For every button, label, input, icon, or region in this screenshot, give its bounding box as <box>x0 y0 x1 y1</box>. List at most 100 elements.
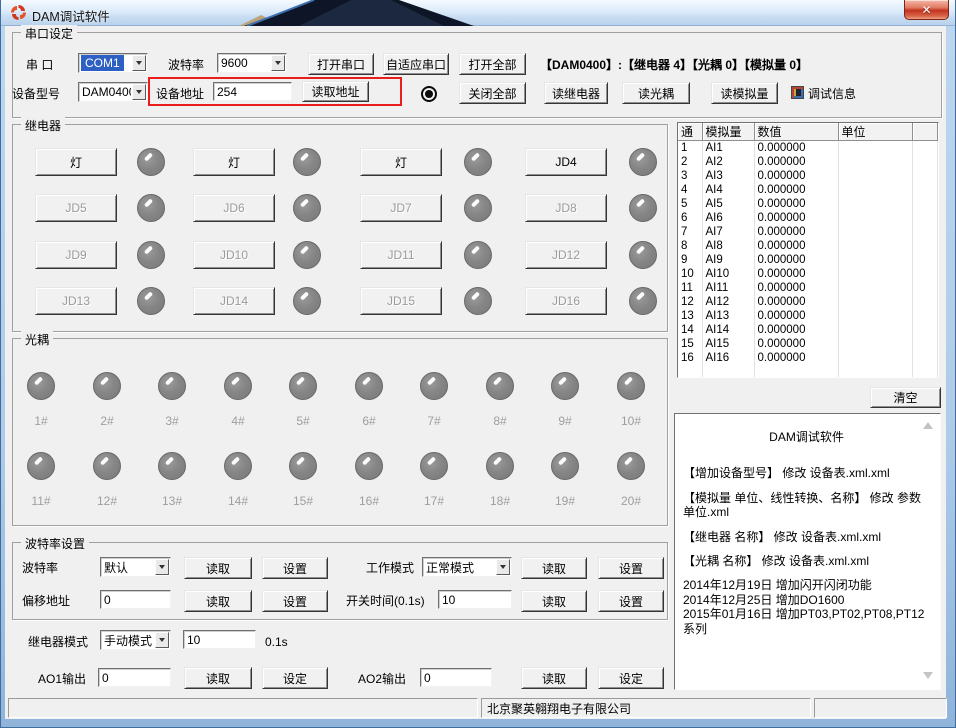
device-model-select[interactable]: DAM0400 <box>78 82 148 102</box>
relay-button-10[interactable]: JD10 <box>193 241 275 269</box>
relay-button-15[interactable]: JD15 <box>360 287 442 315</box>
relay-button-16[interactable]: JD16 <box>525 287 607 315</box>
opto-label-1: 1# <box>19 414 63 428</box>
opto-label-15: 15# <box>281 494 325 508</box>
relay-time-input[interactable] <box>183 630 256 649</box>
device-summary: 【DAM0400】:【继电器 4】【光耦 0】【模拟量 0】 <box>540 58 808 72</box>
info-panel[interactable]: DAM调试软件 【增加设备型号】 修改 设备表.xml.xml 【模拟量 单位、… <box>674 413 941 690</box>
read-opto-button[interactable]: 读光耦 <box>622 82 690 104</box>
col-extra[interactable] <box>912 123 938 141</box>
table-row[interactable]: 11AI110.000000 <box>678 281 938 295</box>
opto-lamp-18 <box>486 452 514 480</box>
work-mode-label: 工作模式 <box>366 561 414 575</box>
workmode-set-button[interactable]: 设置 <box>598 557 664 579</box>
work-mode-select[interactable]: 正常模式 <box>422 557 512 577</box>
col-channel[interactable]: 通 <box>678 123 702 141</box>
table-row[interactable]: 7AI70.000000 <box>678 225 938 239</box>
ao1-output-input[interactable] <box>98 668 171 687</box>
scroll-down-icon[interactable] <box>923 672 933 679</box>
relay-button-8[interactable]: JD8 <box>525 194 607 222</box>
relay-button-5[interactable]: JD5 <box>35 194 117 222</box>
table-row[interactable]: 14AI140.000000 <box>678 323 938 337</box>
table-row[interactable]: 8AI80.000000 <box>678 239 938 253</box>
offset-read-button[interactable]: 读取 <box>184 590 252 612</box>
switch-time-input[interactable] <box>438 590 512 609</box>
analog-table[interactable]: 通 模拟量 数值 单位 1AI10.000000 2AI20.000000 3A… <box>677 122 939 378</box>
dropdown-arrow-icon[interactable] <box>155 559 169 575</box>
opto-label-4: 4# <box>216 414 260 428</box>
opto-label-13: 13# <box>150 494 194 508</box>
table-row[interactable]: 10AI100.000000 <box>678 267 938 281</box>
read-relay-button[interactable]: 读继电器 <box>544 82 608 104</box>
table-row[interactable]: 13AI130.000000 <box>678 309 938 323</box>
read-analog-button[interactable]: 读模拟量 <box>711 82 778 104</box>
relay-button-2[interactable]: 灯 <box>193 148 275 176</box>
opto-lamp-15 <box>289 452 317 480</box>
switchtime-read-button[interactable]: 读取 <box>521 590 587 612</box>
relay-button-14[interactable]: JD14 <box>193 287 275 315</box>
opto-label-16: 16# <box>347 494 391 508</box>
dropdown-arrow-icon[interactable] <box>155 632 169 648</box>
relay-mode-select[interactable]: 手动模式 <box>100 630 171 650</box>
baud-rate-value: 9600 <box>218 56 270 70</box>
col-value[interactable]: 数值 <box>754 123 838 141</box>
table-row[interactable]: 12AI120.000000 <box>678 295 938 309</box>
dropdown-arrow-icon[interactable] <box>132 55 146 71</box>
clear-button[interactable]: 清空 <box>870 387 941 408</box>
relay-lamp-12 <box>629 241 657 269</box>
opto-lamp-11 <box>27 452 55 480</box>
offset-address-input[interactable] <box>100 590 171 609</box>
table-row[interactable]: 9AI90.000000 <box>678 253 938 267</box>
table-row[interactable]: 6AI60.000000 <box>678 211 938 225</box>
relay-button-1[interactable]: 灯 <box>35 148 117 176</box>
relay-button-3[interactable]: 灯 <box>360 148 442 176</box>
table-row[interactable]: 16AI160.000000 <box>678 351 938 365</box>
baud-rate-select[interactable]: 9600 <box>217 53 287 73</box>
ao1-read-button[interactable]: 读取 <box>184 667 252 689</box>
close-all-button[interactable]: 关闭全部 <box>459 82 526 104</box>
open-serial-button[interactable]: 打开串口 <box>308 53 374 75</box>
open-all-button[interactable]: 打开全部 <box>459 53 526 75</box>
workmode-read-button[interactable]: 读取 <box>521 557 587 579</box>
relay-lamp-13 <box>137 287 165 315</box>
offset-set-button[interactable]: 设置 <box>262 590 328 612</box>
ao2-read-button[interactable]: 读取 <box>521 667 587 689</box>
device-model-label: 设备型号 <box>12 87 60 101</box>
serial-group-title: 串口设定 <box>21 25 77 42</box>
table-row[interactable]: 2AI20.000000 <box>678 155 938 169</box>
baud-read-button[interactable]: 读取 <box>184 557 252 579</box>
table-row[interactable]: 3AI30.000000 <box>678 169 938 183</box>
table-row[interactable]: 5AI50.000000 <box>678 197 938 211</box>
debug-info-icon <box>791 86 804 99</box>
opto-label-14: 14# <box>216 494 260 508</box>
read-address-button[interactable]: 读取地址 <box>302 81 369 102</box>
col-unit[interactable]: 单位 <box>838 123 912 141</box>
device-address-input[interactable] <box>213 82 292 101</box>
table-row[interactable]: 15AI150.000000 <box>678 337 938 351</box>
baud-default-select[interactable]: 默认 <box>100 557 171 577</box>
relay-button-9[interactable]: JD9 <box>35 241 117 269</box>
ao2-output-input[interactable] <box>420 668 492 687</box>
relay-button-13[interactable]: JD13 <box>35 287 117 315</box>
relay-button-7[interactable]: JD7 <box>360 194 442 222</box>
ao1-set-button[interactable]: 设定 <box>262 667 328 689</box>
title-bar[interactable]: DAM调试软件 ✕ <box>1 0 955 26</box>
dropdown-arrow-icon[interactable] <box>271 55 285 71</box>
table-row[interactable]: 1AI10.000000 <box>678 141 938 155</box>
switchtime-set-button[interactable]: 设置 <box>598 590 664 612</box>
relay-button-4[interactable]: JD4 <box>525 148 607 176</box>
adaptive-serial-button[interactable]: 自适应串口 <box>383 53 449 75</box>
col-analog[interactable]: 模拟量 <box>702 123 754 141</box>
scroll-up-icon[interactable] <box>923 422 933 429</box>
close-button[interactable]: ✕ <box>904 0 949 20</box>
baud-set-button[interactable]: 设置 <box>262 557 328 579</box>
relay-lamp-15 <box>464 287 492 315</box>
ao2-set-button[interactable]: 设定 <box>598 667 664 689</box>
dropdown-arrow-icon[interactable] <box>132 84 146 100</box>
relay-button-6[interactable]: JD6 <box>193 194 275 222</box>
relay-button-12[interactable]: JD12 <box>525 241 607 269</box>
dropdown-arrow-icon[interactable] <box>496 559 510 575</box>
com-port-select[interactable]: COM1 <box>78 53 148 73</box>
table-row[interactable]: 4AI40.000000 <box>678 183 938 197</box>
relay-button-11[interactable]: JD11 <box>360 241 442 269</box>
